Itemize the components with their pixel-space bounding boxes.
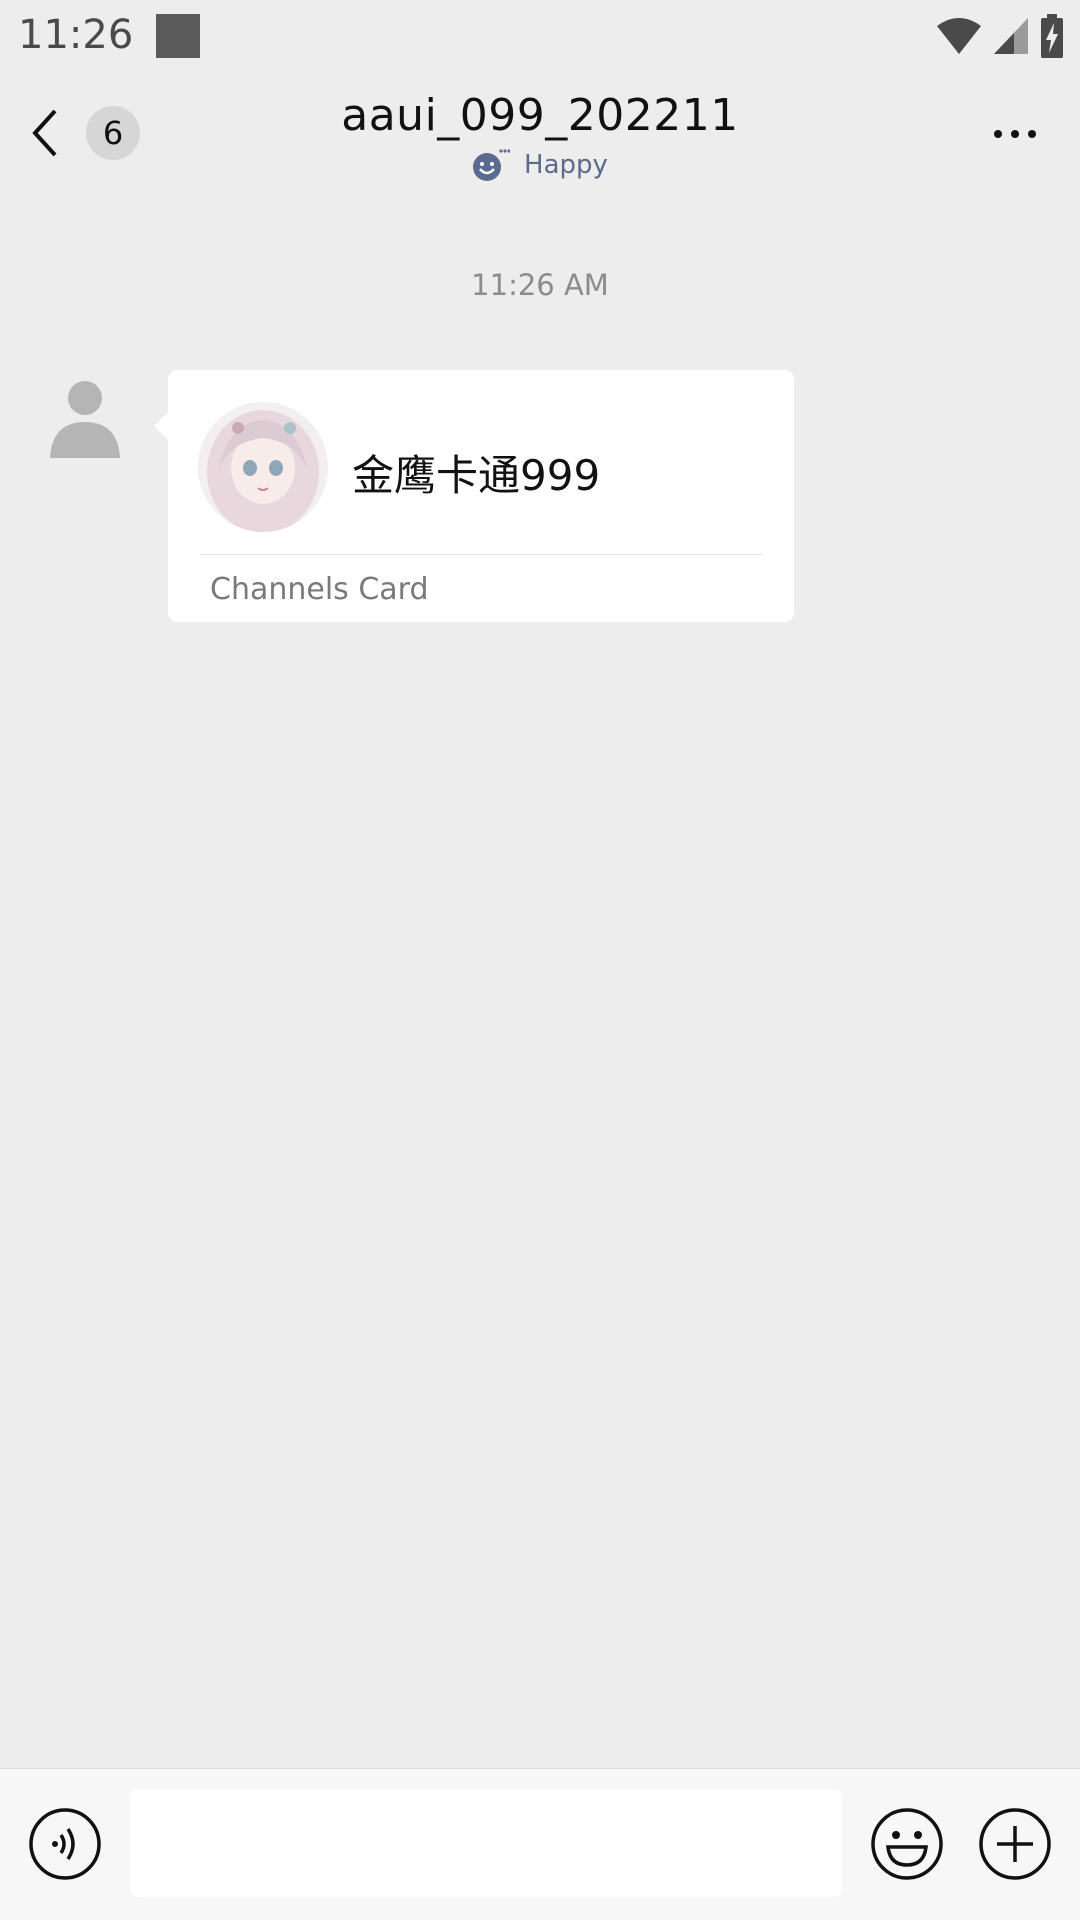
default-user-avatar-icon[interactable] xyxy=(40,370,130,460)
chat-screen: 11:26 6 aaui_099_202211 Happy 11:26 AM 金… xyxy=(0,0,1080,1920)
channels-card-bubble[interactable]: 金鹰卡通999 Channels Card xyxy=(154,370,794,622)
chat-title[interactable]: aaui_099_202211 xyxy=(0,90,1080,141)
more-icon-dot xyxy=(1028,130,1036,138)
card-avatar-image xyxy=(198,402,328,532)
voice-button[interactable] xyxy=(28,1807,102,1881)
voice-icon xyxy=(29,1808,101,1880)
message-text-input[interactable] xyxy=(130,1789,842,1897)
plus-button[interactable] xyxy=(978,1807,1052,1881)
notification-square-icon xyxy=(156,14,200,58)
chat-header: 6 aaui_099_202211 Happy xyxy=(0,76,1080,196)
bubble-tail xyxy=(154,412,168,440)
battery-charging-icon xyxy=(1041,14,1063,58)
message-timestamp: 11:26 AM xyxy=(471,268,609,302)
status-time: 11:26 xyxy=(18,12,134,58)
more-icon xyxy=(994,130,1002,138)
message-input-bar xyxy=(0,1768,1080,1920)
card-divider xyxy=(200,554,762,555)
plus-icon xyxy=(979,1808,1051,1880)
emoji-button[interactable] xyxy=(870,1807,944,1881)
status-icons xyxy=(936,14,1064,58)
status-bar: 11:26 xyxy=(0,0,1080,76)
emoji-icon xyxy=(871,1808,943,1880)
more-icon-dot xyxy=(1011,130,1019,138)
card-channel-name: 金鹰卡通999 xyxy=(352,451,601,500)
friend-status-text: Happy xyxy=(524,150,608,180)
more-button[interactable] xyxy=(980,112,1050,156)
smiley-status-icon xyxy=(473,149,511,181)
signal-icon xyxy=(994,18,1028,54)
wifi-icon xyxy=(937,18,981,54)
friend-status[interactable]: Happy xyxy=(0,148,1080,182)
card-type-label: Channels Card xyxy=(210,572,429,607)
